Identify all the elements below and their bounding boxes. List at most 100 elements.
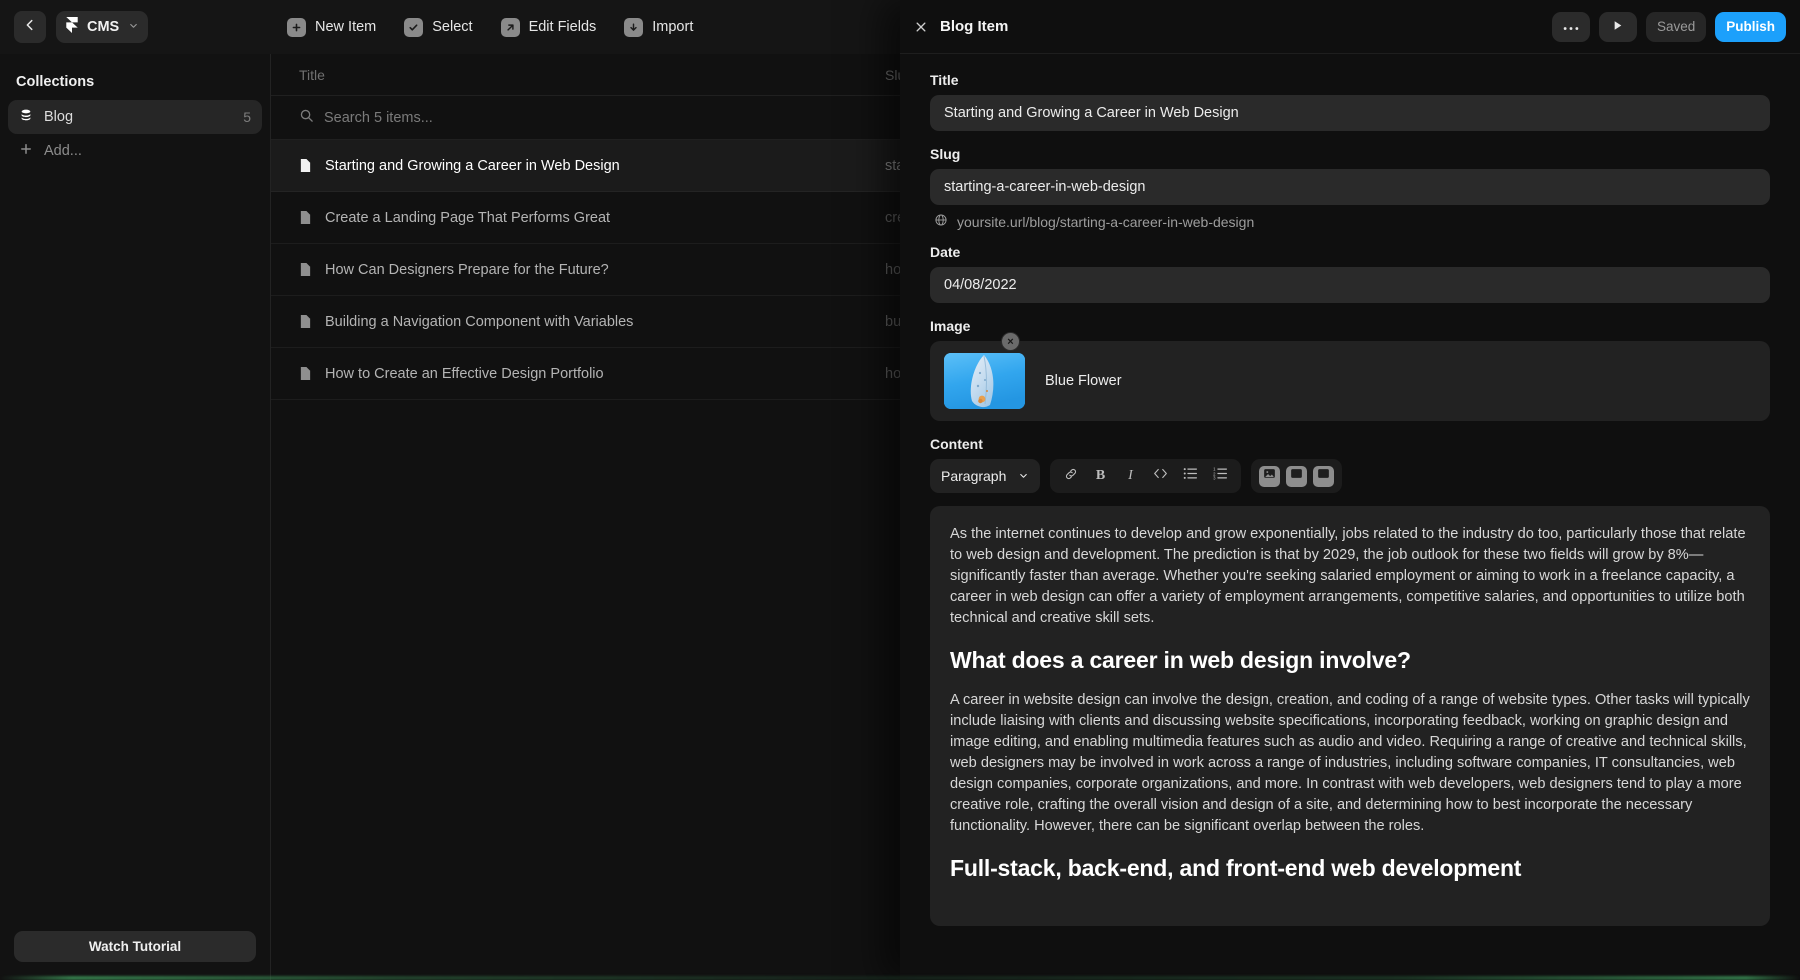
main-area: Collections Blog 5 Add... Wa — [0, 54, 1800, 980]
row-title-cell: Starting and Growing a Career in Web Des… — [285, 158, 885, 174]
list-ul-icon — [1183, 467, 1198, 485]
bold-button[interactable]: B — [1087, 463, 1114, 490]
framer-logo-icon — [65, 17, 79, 37]
insert-video-button[interactable] — [1286, 466, 1307, 487]
numbered-list-button[interactable]: 123 — [1207, 463, 1234, 490]
code-icon — [1153, 467, 1168, 485]
sidebar-item-label: Blog — [44, 109, 73, 125]
check-square-icon — [404, 18, 423, 37]
import-button[interactable]: Import — [624, 18, 693, 37]
search-placeholder: Search 5 items... — [324, 110, 433, 126]
text-style-select[interactable]: Paragraph — [930, 459, 1040, 493]
image-field-label: Image — [930, 318, 1770, 334]
remove-image-icon[interactable]: × — [1001, 332, 1020, 351]
chevron-down-icon — [1018, 468, 1029, 484]
ellipsis-icon — [1563, 19, 1579, 34]
play-icon — [1290, 467, 1303, 485]
select-button[interactable]: Select — [404, 18, 472, 37]
column-header-title[interactable]: Title — [285, 67, 885, 83]
row-title-cell: How Can Designers Prepare for the Future… — [285, 262, 885, 278]
slug-input[interactable]: starting-a-career-in-web-design — [930, 169, 1770, 205]
chevron-down-icon — [128, 19, 139, 35]
sidebar-item-list: Blog 5 Add... — [0, 100, 270, 168]
content-editor[interactable]: As the internet continues to develop and… — [930, 506, 1770, 926]
edit-fields-button[interactable]: Edit Fields — [501, 18, 597, 37]
text-style-value: Paragraph — [941, 468, 1006, 484]
panel-title-group: Blog Item — [914, 18, 1008, 35]
blog-item-detail-panel: Blog Item Saved — [900, 0, 1800, 980]
italic-button[interactable]: I — [1117, 463, 1144, 490]
image-thumbnail[interactable] — [944, 353, 1025, 409]
import-label: Import — [652, 19, 693, 35]
row-title-cell: Building a Navigation Component with Var… — [285, 314, 885, 330]
watch-tutorial-button[interactable]: Watch Tutorial — [14, 931, 256, 962]
cms-dropdown[interactable]: CMS — [56, 11, 148, 43]
document-icon — [299, 366, 312, 381]
sidebar-heading: Collections — [0, 54, 270, 100]
panel-header: Blog Item Saved — [900, 0, 1800, 54]
bulleted-list-button[interactable] — [1177, 463, 1204, 490]
svg-text:3: 3 — [1213, 476, 1216, 480]
row-title-text: Building a Navigation Component with Var… — [325, 314, 633, 330]
embed-code-icon — [1317, 467, 1330, 485]
row-title-cell: How to Create an Effective Design Portfo… — [285, 366, 885, 382]
rich-text-toolbar: Paragraph B — [930, 459, 1770, 493]
document-icon — [299, 314, 312, 329]
cms-window: CMS New Item Select — [0, 0, 1800, 980]
page-title: Blog Item — [940, 18, 1008, 35]
sidebar-item-blog[interactable]: Blog 5 — [8, 100, 262, 134]
content-heading-1: What does a career in web design involve… — [950, 647, 1750, 674]
row-title-text: How Can Designers Prepare for the Future… — [325, 262, 609, 278]
close-icon[interactable] — [914, 20, 928, 34]
content-paragraph-1: As the internet continues to develop and… — [950, 524, 1750, 629]
preview-button[interactable] — [1599, 12, 1637, 42]
content-field-label: Content — [930, 436, 1770, 452]
more-options-button[interactable] — [1552, 12, 1590, 42]
back-button[interactable] — [14, 11, 46, 43]
search-icon — [299, 108, 314, 127]
image-field[interactable]: × Blue Flower — [930, 341, 1770, 421]
database-icon — [19, 108, 33, 126]
status-badge: Saved — [1646, 12, 1706, 42]
sidebar-item-add[interactable]: Add... — [8, 134, 262, 168]
arrow-up-right-square-icon — [501, 18, 520, 37]
document-icon — [299, 210, 312, 225]
slug-field-label: Slug — [930, 146, 1770, 162]
image-icon — [1263, 467, 1276, 485]
cms-dropdown-label: CMS — [87, 19, 119, 35]
sidebar-add-label: Add... — [44, 143, 82, 159]
insert-embed-button[interactable] — [1313, 466, 1334, 487]
document-icon — [299, 262, 312, 277]
new-item-label: New Item — [315, 19, 376, 35]
play-icon — [1611, 19, 1624, 35]
sidebar-spacer — [0, 168, 270, 919]
chevron-left-icon — [23, 18, 37, 37]
slug-url-text: yoursite.url/blog/starting-a-career-in-w… — [957, 214, 1254, 230]
watch-tutorial-wrap: Watch Tutorial — [0, 919, 270, 980]
row-title-text: Create a Landing Page That Performs Grea… — [325, 210, 610, 226]
row-title-cell: Create a Landing Page That Performs Grea… — [285, 210, 885, 226]
document-icon — [299, 158, 312, 173]
content-heading-2: Full-stack, back-end, and front-end web … — [950, 855, 1750, 882]
link-icon — [1064, 467, 1078, 486]
date-input[interactable]: 04/08/2022 — [930, 267, 1770, 303]
content-paragraph-2: A career in website design can involve t… — [950, 690, 1750, 837]
row-title-text: Starting and Growing a Career in Web Des… — [325, 158, 620, 174]
link-button[interactable] — [1057, 463, 1084, 490]
globe-icon — [934, 213, 948, 230]
publish-button[interactable]: Publish — [1715, 12, 1786, 42]
items-list-column: Title Slug Search 5 items... Starting an… — [271, 54, 1800, 980]
slug-preview-url: yoursite.url/blog/starting-a-career-in-w… — [934, 213, 1770, 230]
select-label: Select — [432, 19, 472, 35]
edit-fields-label: Edit Fields — [529, 19, 597, 35]
insert-image-button[interactable] — [1259, 466, 1280, 487]
row-title-text: How to Create an Effective Design Portfo… — [325, 366, 604, 382]
title-input[interactable]: Starting and Growing a Career in Web Des… — [930, 95, 1770, 131]
inline-code-button[interactable] — [1147, 463, 1174, 490]
sidebar-item-count: 5 — [243, 109, 251, 125]
image-name: Blue Flower — [1045, 373, 1122, 389]
plus-square-icon — [287, 18, 306, 37]
embed-button-group — [1251, 459, 1342, 493]
new-item-button[interactable]: New Item — [287, 18, 376, 37]
title-field-label: Title — [930, 72, 1770, 88]
